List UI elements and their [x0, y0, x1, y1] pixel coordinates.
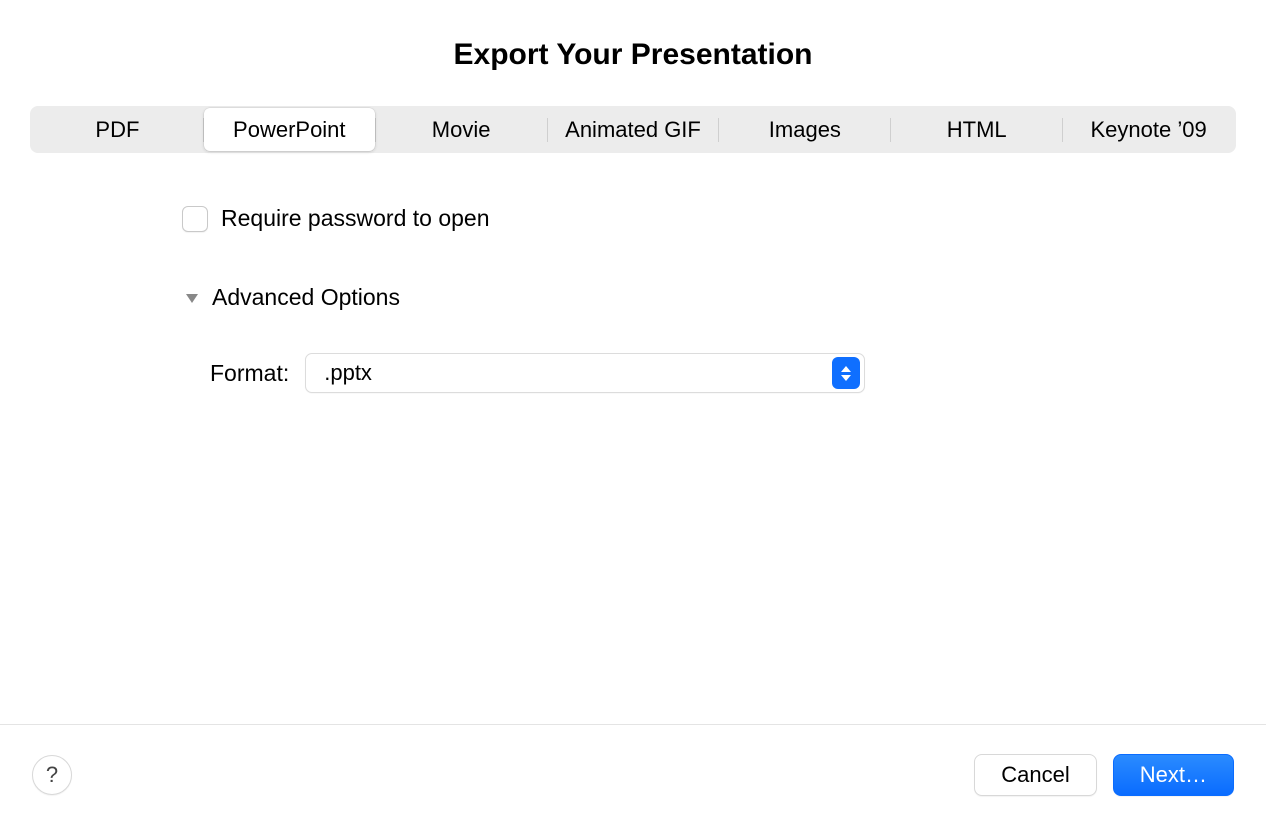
tab-keynote-09[interactable]: Keynote ’09 [1063, 108, 1234, 151]
format-select[interactable]: .pptx [305, 353, 865, 393]
require-password-row: Require password to open [182, 205, 1236, 232]
tab-images[interactable]: Images [719, 108, 890, 151]
cancel-button[interactable]: Cancel [974, 754, 1096, 796]
format-row: Format: .pptx [210, 353, 1236, 393]
format-value: .pptx [324, 360, 372, 386]
footer-buttons: Cancel Next… [974, 754, 1234, 796]
export-format-tabs: PDF PowerPoint Movie Animated GIF Images… [30, 106, 1236, 153]
select-stepper-icon [832, 357, 860, 389]
tab-animated-gif[interactable]: Animated GIF [548, 108, 719, 151]
next-button[interactable]: Next… [1113, 754, 1234, 796]
require-password-checkbox[interactable] [182, 206, 208, 232]
advanced-options-label: Advanced Options [212, 284, 400, 311]
tab-pdf[interactable]: PDF [32, 108, 203, 151]
tab-powerpoint[interactable]: PowerPoint [204, 108, 375, 151]
tab-movie[interactable]: Movie [376, 108, 547, 151]
help-button[interactable]: ? [32, 755, 72, 795]
export-options-content: Require password to open Advanced Option… [0, 153, 1266, 724]
chevron-down-icon [841, 375, 851, 381]
advanced-options-disclosure[interactable]: Advanced Options [186, 284, 1236, 311]
format-label: Format: [210, 360, 289, 387]
dialog-footer: ? Cancel Next… [0, 724, 1266, 824]
tab-html[interactable]: HTML [891, 108, 1062, 151]
chevron-up-icon [841, 366, 851, 372]
chevron-down-icon [186, 294, 198, 303]
dialog-title: Export Your Presentation [0, 38, 1266, 72]
require-password-label: Require password to open [221, 205, 490, 232]
